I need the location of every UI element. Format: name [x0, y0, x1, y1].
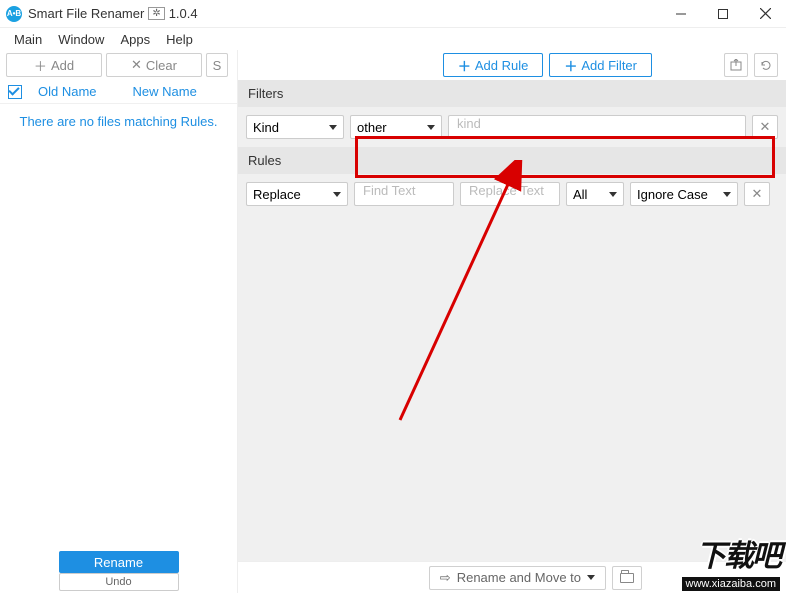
- plus-icon: ＋: [564, 56, 577, 75]
- rename-move-dropdown[interactable]: ⇨ Rename and Move to: [429, 566, 606, 590]
- menu-bar: Main Window Apps Help: [0, 28, 786, 50]
- browse-folder-button[interactable]: [612, 566, 642, 590]
- filter-other-value: other: [357, 120, 387, 135]
- window-titlebar: A•B Smart File Renamer ✲ 1.0.4: [0, 0, 786, 28]
- x-icon: ✕: [752, 186, 763, 202]
- refresh-icon: [760, 59, 772, 71]
- undo-button[interactable]: Undo: [59, 573, 179, 591]
- caret-down-icon: [723, 192, 731, 197]
- maximize-button[interactable]: [702, 0, 744, 28]
- columns-header: Old Name New Name: [0, 80, 237, 104]
- rename-move-label: Rename and Move to: [457, 570, 581, 585]
- remove-filter-button[interactable]: ✕: [752, 115, 778, 139]
- right-toolbar: ＋ Add Rule ＋ Add Filter: [238, 50, 786, 80]
- menu-window[interactable]: Window: [50, 30, 112, 49]
- bottom-bar: ⇨ Rename and Move to: [238, 561, 786, 593]
- empty-message: There are no files matching Rules.: [8, 114, 229, 129]
- column-new-name[interactable]: New Name: [133, 84, 197, 99]
- rule-type-select[interactable]: Replace: [246, 182, 348, 206]
- rule-row: Replace Find Text Replace Text All Ignor…: [238, 174, 786, 214]
- rule-case-select[interactable]: Ignore Case: [630, 182, 738, 206]
- refresh-button[interactable]: [754, 53, 778, 77]
- export-icon: [730, 59, 742, 71]
- export-button[interactable]: [724, 53, 748, 77]
- add-rule-button[interactable]: ＋ Add Rule: [443, 53, 544, 77]
- file-list: There are no files matching Rules.: [0, 104, 237, 551]
- menu-main[interactable]: Main: [6, 30, 50, 49]
- rule-case-value: Ignore Case: [637, 187, 708, 202]
- add-label: Add: [51, 58, 74, 73]
- caret-down-icon: [329, 125, 337, 130]
- clear-label: Clear: [146, 58, 177, 73]
- rule-type-value: Replace: [253, 187, 301, 202]
- arrow-icon: ⇨: [440, 570, 451, 586]
- plus-icon: ＋: [458, 56, 471, 75]
- left-panel: ＋ Add ✕ Clear S Old Name New Name There …: [0, 50, 238, 593]
- find-text-input[interactable]: Find Text: [354, 182, 454, 206]
- add-rule-label: Add Rule: [475, 58, 528, 73]
- x-icon: ✕: [760, 119, 771, 135]
- minimize-icon: [676, 9, 686, 19]
- remove-rule-button[interactable]: ✕: [744, 182, 770, 206]
- replace-text-input[interactable]: Replace Text: [460, 182, 560, 206]
- filter-kind-select[interactable]: Kind: [246, 115, 344, 139]
- close-button[interactable]: [744, 0, 786, 28]
- rules-section-header: Rules: [238, 147, 786, 174]
- filter-kind-input[interactable]: kind: [448, 115, 746, 139]
- caret-down-icon: [587, 575, 595, 580]
- app-version: 1.0.4: [169, 6, 198, 21]
- select-all-checkbox[interactable]: [8, 85, 22, 99]
- snowflake-icon: ✲: [148, 7, 164, 20]
- app-icon: A•B: [6, 6, 22, 22]
- filters-section-header: Filters: [238, 80, 786, 107]
- add-filter-button[interactable]: ＋ Add Filter: [549, 53, 652, 77]
- left-bottom-actions: Rename Undo: [0, 551, 237, 593]
- folder-icon: [620, 573, 634, 583]
- left-toolbar: ＋ Add ✕ Clear S: [0, 50, 237, 80]
- rename-button[interactable]: Rename: [59, 551, 179, 573]
- minimize-button[interactable]: [660, 0, 702, 28]
- caret-down-icon: [333, 192, 341, 197]
- sort-button[interactable]: S: [206, 53, 228, 77]
- caret-down-icon: [609, 192, 617, 197]
- caret-down-icon: [427, 125, 435, 130]
- clear-files-button[interactable]: ✕ Clear: [106, 53, 202, 77]
- filter-row: Kind other kind ✕: [238, 107, 786, 147]
- rule-scope-value: All: [573, 187, 587, 202]
- add-filter-label: Add Filter: [581, 58, 637, 73]
- menu-help[interactable]: Help: [158, 30, 201, 49]
- rule-scope-select[interactable]: All: [566, 182, 624, 206]
- x-icon: ✕: [131, 57, 142, 73]
- close-icon: [760, 8, 771, 19]
- plus-icon: ＋: [34, 56, 47, 75]
- app-title: Smart File Renamer: [28, 6, 144, 21]
- maximize-icon: [718, 9, 728, 19]
- menu-apps[interactable]: Apps: [112, 30, 158, 49]
- add-files-button[interactable]: ＋ Add: [6, 53, 102, 77]
- right-panel: ＋ Add Rule ＋ Add Filter Filters Kind oth: [238, 50, 786, 593]
- column-old-name[interactable]: Old Name: [38, 84, 97, 99]
- filter-other-select[interactable]: other: [350, 115, 442, 139]
- filter-kind-value: Kind: [253, 120, 279, 135]
- work-area: ＋ Add ✕ Clear S Old Name New Name There …: [0, 50, 786, 593]
